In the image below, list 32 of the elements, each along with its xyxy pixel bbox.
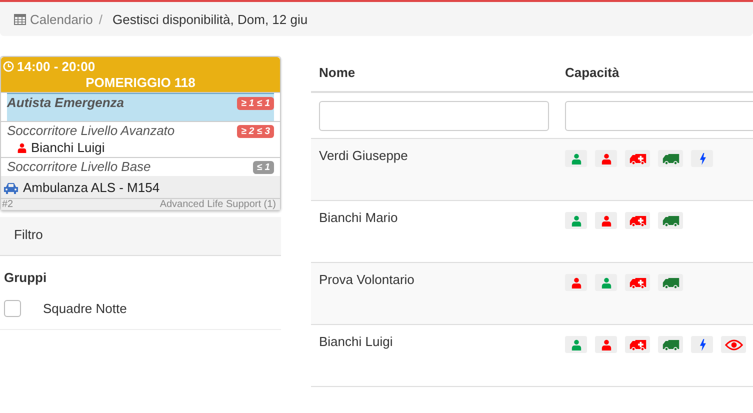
column-header: Nome — [319, 65, 356, 80]
table-cell: Bianchi Mario — [319, 210, 398, 225]
column-header: Capacità — [565, 65, 620, 80]
breadcrumb-separator: / — [98, 12, 102, 26]
count-badge: ≥ 1 ≤ 1 — [237, 97, 274, 110]
table-cell: Prova Volontario — [319, 272, 414, 287]
shift-time: 14:00 - 20:00 — [17, 59, 96, 74]
filter-field[interactable] — [565, 101, 753, 131]
role-item[interactable]: Soccorritore Livello Avanzato ≥ 2 ≤ 3 — [1, 122, 280, 140]
role-item[interactable]: Soccorritore Livello Base ≤ 1 — [1, 158, 280, 176]
role-name: Soccorritore Livello Base — [7, 159, 151, 174]
group-label: Squadre Notte — [43, 301, 127, 316]
filter-field[interactable] — [319, 101, 549, 131]
role-name: Autista Emergenza — [7, 95, 124, 110]
count-badge: ≥ 2 ≤ 3 — [237, 125, 274, 138]
table-cell: Verdi Giuseppe — [319, 148, 408, 163]
filter-title: Filtro — [14, 227, 43, 242]
vehicle-type: Advanced Life Support (1) — [160, 199, 276, 210]
role-name: Soccorritore Livello Avanzato — [7, 123, 175, 138]
clock-icon — [3, 61, 14, 72]
role-item[interactable]: Autista Emergenza ≥ 1 ≤ 1 — [7, 93, 274, 121]
vehicle-name: Ambulanza ALS - M154 — [23, 180, 160, 195]
shift-title: POMERIGGIO 118 — [84, 75, 196, 90]
shift-number: #2 — [2, 199, 14, 210]
groups-title: Gruppi — [4, 270, 48, 285]
person-name: Bianchi Luigi — [31, 140, 105, 155]
breadcrumb-current: Gestisci disponibilità, Dom, 12 giu — [112, 12, 308, 26]
count-badge: ≤ 1 — [252, 161, 274, 174]
breadcrumb-link[interactable]: Calendario — [30, 12, 93, 26]
table-cell: Bianchi Luigi — [319, 334, 393, 349]
group-checkbox[interactable] — [4, 300, 21, 317]
calendar-icon — [14, 13, 26, 25]
